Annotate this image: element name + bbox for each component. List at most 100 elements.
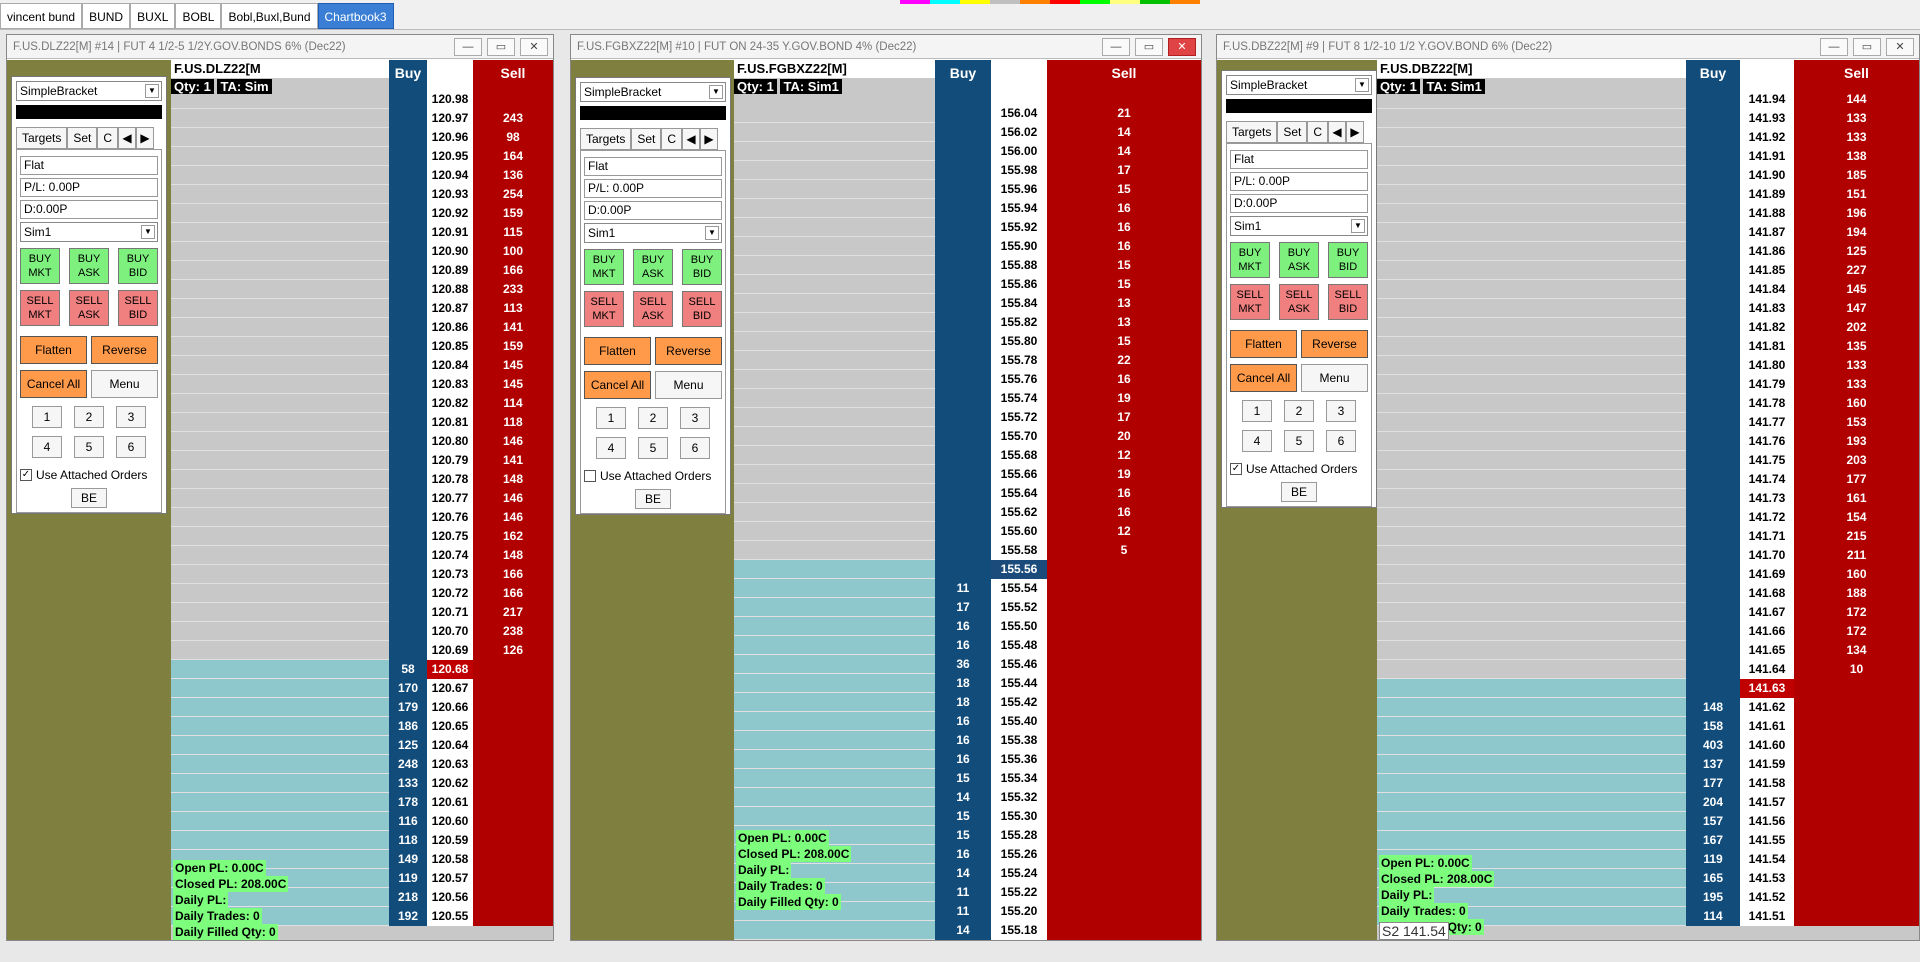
price-cell[interactable]: 155.64 [991, 484, 1047, 503]
close-button[interactable]: ✕ [1168, 37, 1196, 56]
price-cell[interactable]: 155.42 [991, 693, 1047, 712]
price-cell[interactable]: 141.69 [1740, 565, 1794, 584]
sell-size-cell[interactable]: 15 [1047, 256, 1201, 275]
sell-size-cell[interactable]: 161 [1794, 489, 1919, 508]
sell-size-cell[interactable]: 118 [473, 413, 553, 432]
sell-size-cell[interactable]: 16 [1047, 237, 1201, 256]
sell-size-cell[interactable] [1047, 617, 1201, 636]
price-cell[interactable]: 120.76 [427, 508, 473, 527]
sell-size-cell[interactable]: 166 [473, 584, 553, 603]
sell-size-cell[interactable]: 193 [1794, 432, 1919, 451]
menu-button[interactable]: Menu [1301, 364, 1368, 392]
sell-ask-button[interactable]: SELL ASK [69, 290, 109, 326]
buy-size-cell[interactable] [389, 641, 427, 660]
price-cell[interactable]: 155.30 [991, 807, 1047, 826]
price-cell[interactable]: 141.67 [1740, 603, 1794, 622]
sell-size-cell[interactable] [1047, 826, 1201, 845]
price-cell[interactable]: 120.82 [427, 394, 473, 413]
buy-size-cell[interactable]: 148 [1686, 698, 1740, 717]
sell-size-cell[interactable] [473, 888, 553, 907]
strategy-select[interactable]: SimpleBracket ▼ [580, 82, 726, 102]
sell-size-cell[interactable] [1794, 755, 1919, 774]
sell-size-cell[interactable]: 113 [473, 299, 553, 318]
sell-size-cell[interactable] [1047, 674, 1201, 693]
buy-size-cell[interactable] [389, 147, 427, 166]
buy-bid-button[interactable]: BUY BID [118, 248, 158, 284]
sell-size-cell[interactable]: 172 [1794, 622, 1919, 641]
buy-size-cell[interactable] [935, 389, 991, 408]
price-cell[interactable]: 141.54 [1740, 850, 1794, 869]
buy-size-cell[interactable] [1686, 451, 1740, 470]
buy-size-cell[interactable] [1686, 413, 1740, 432]
sell-size-cell[interactable] [1047, 769, 1201, 788]
sell-size-cell[interactable] [473, 774, 553, 793]
buy-size-cell[interactable] [389, 90, 427, 109]
sell-size-cell[interactable] [1794, 717, 1919, 736]
cancel-all-button[interactable]: Cancel All [584, 371, 651, 399]
buy-size-cell[interactable] [935, 465, 991, 484]
price-cell[interactable]: 120.95 [427, 147, 473, 166]
sell-size-cell[interactable] [1794, 850, 1919, 869]
buy-size-cell[interactable]: 178 [389, 793, 427, 812]
buy-size-cell[interactable] [1686, 280, 1740, 299]
sell-size-cell[interactable]: 146 [473, 432, 553, 451]
buy-size-cell[interactable] [389, 166, 427, 185]
price-cell[interactable]: 155.62 [991, 503, 1047, 522]
tab-3[interactable]: BOBL [175, 3, 222, 29]
buy-size-cell[interactable]: 11 [935, 902, 991, 921]
sell-size-cell[interactable]: 16 [1047, 199, 1201, 218]
sell-size-cell[interactable]: 151 [1794, 185, 1919, 204]
price-cell[interactable]: 141.76 [1740, 432, 1794, 451]
buy-size-cell[interactable] [389, 489, 427, 508]
minimize-button[interactable]: — [454, 37, 482, 56]
price-cell[interactable]: 155.32 [991, 788, 1047, 807]
account-select[interactable]: Sim1 ▼ [20, 222, 158, 242]
sell-size-cell[interactable]: 20 [1047, 427, 1201, 446]
qty-preset-button[interactable]: 2 [1284, 400, 1314, 422]
price-cell[interactable]: 141.51 [1740, 907, 1794, 926]
sell-size-cell[interactable]: 145 [473, 375, 553, 394]
buy-size-cell[interactable]: 192 [389, 907, 427, 926]
sell-size-cell[interactable]: 15 [1047, 275, 1201, 294]
sell-size-cell[interactable]: 188 [1794, 584, 1919, 603]
price-cell[interactable]: 155.28 [991, 826, 1047, 845]
price-cell[interactable]: 155.48 [991, 636, 1047, 655]
price-cell[interactable]: 120.70 [427, 622, 473, 641]
sell-size-cell[interactable] [1047, 807, 1201, 826]
buy-size-cell[interactable] [389, 204, 427, 223]
price-cell[interactable]: 141.83 [1740, 299, 1794, 318]
buy-header[interactable]: Buy [389, 60, 427, 90]
price-cell[interactable]: 155.92 [991, 218, 1047, 237]
buy-size-cell[interactable]: 16 [935, 750, 991, 769]
qty-preset-button[interactable]: 6 [116, 436, 146, 458]
sell-size-cell[interactable]: 166 [473, 261, 553, 280]
sell-size-cell[interactable]: 16 [1047, 484, 1201, 503]
sell-size-cell[interactable] [1047, 598, 1201, 617]
buy-size-cell[interactable]: 58 [389, 660, 427, 679]
sell-size-cell[interactable] [473, 869, 553, 888]
sell-size-cell[interactable]: 159 [473, 204, 553, 223]
sell-size-cell[interactable]: 233 [473, 280, 553, 299]
price-cell[interactable]: 155.70 [991, 427, 1047, 446]
price-cell[interactable]: 155.84 [991, 294, 1047, 313]
sell-size-cell[interactable] [1794, 698, 1919, 717]
buy-size-cell[interactable] [389, 223, 427, 242]
buy-size-cell[interactable] [935, 199, 991, 218]
buy-size-cell[interactable] [389, 185, 427, 204]
be-button[interactable]: BE [635, 489, 671, 509]
buy-size-cell[interactable] [1686, 356, 1740, 375]
buy-size-cell[interactable] [389, 128, 427, 147]
buy-ask-button[interactable]: BUY ASK [633, 249, 673, 285]
price-cell[interactable]: 155.68 [991, 446, 1047, 465]
price-cell[interactable]: 120.81 [427, 413, 473, 432]
price-cell[interactable]: 141.58 [1740, 774, 1794, 793]
sell-size-cell[interactable]: 177 [1794, 470, 1919, 489]
buy-size-cell[interactable]: 18 [935, 693, 991, 712]
price-cell[interactable]: 120.71 [427, 603, 473, 622]
buy-size-cell[interactable] [1686, 375, 1740, 394]
price-cell[interactable]: 120.90 [427, 242, 473, 261]
price-cell[interactable]: 155.44 [991, 674, 1047, 693]
sell-size-cell[interactable]: 227 [1794, 261, 1919, 280]
price-cell[interactable]: 120.77 [427, 489, 473, 508]
price-cell[interactable]: 141.62 [1740, 698, 1794, 717]
